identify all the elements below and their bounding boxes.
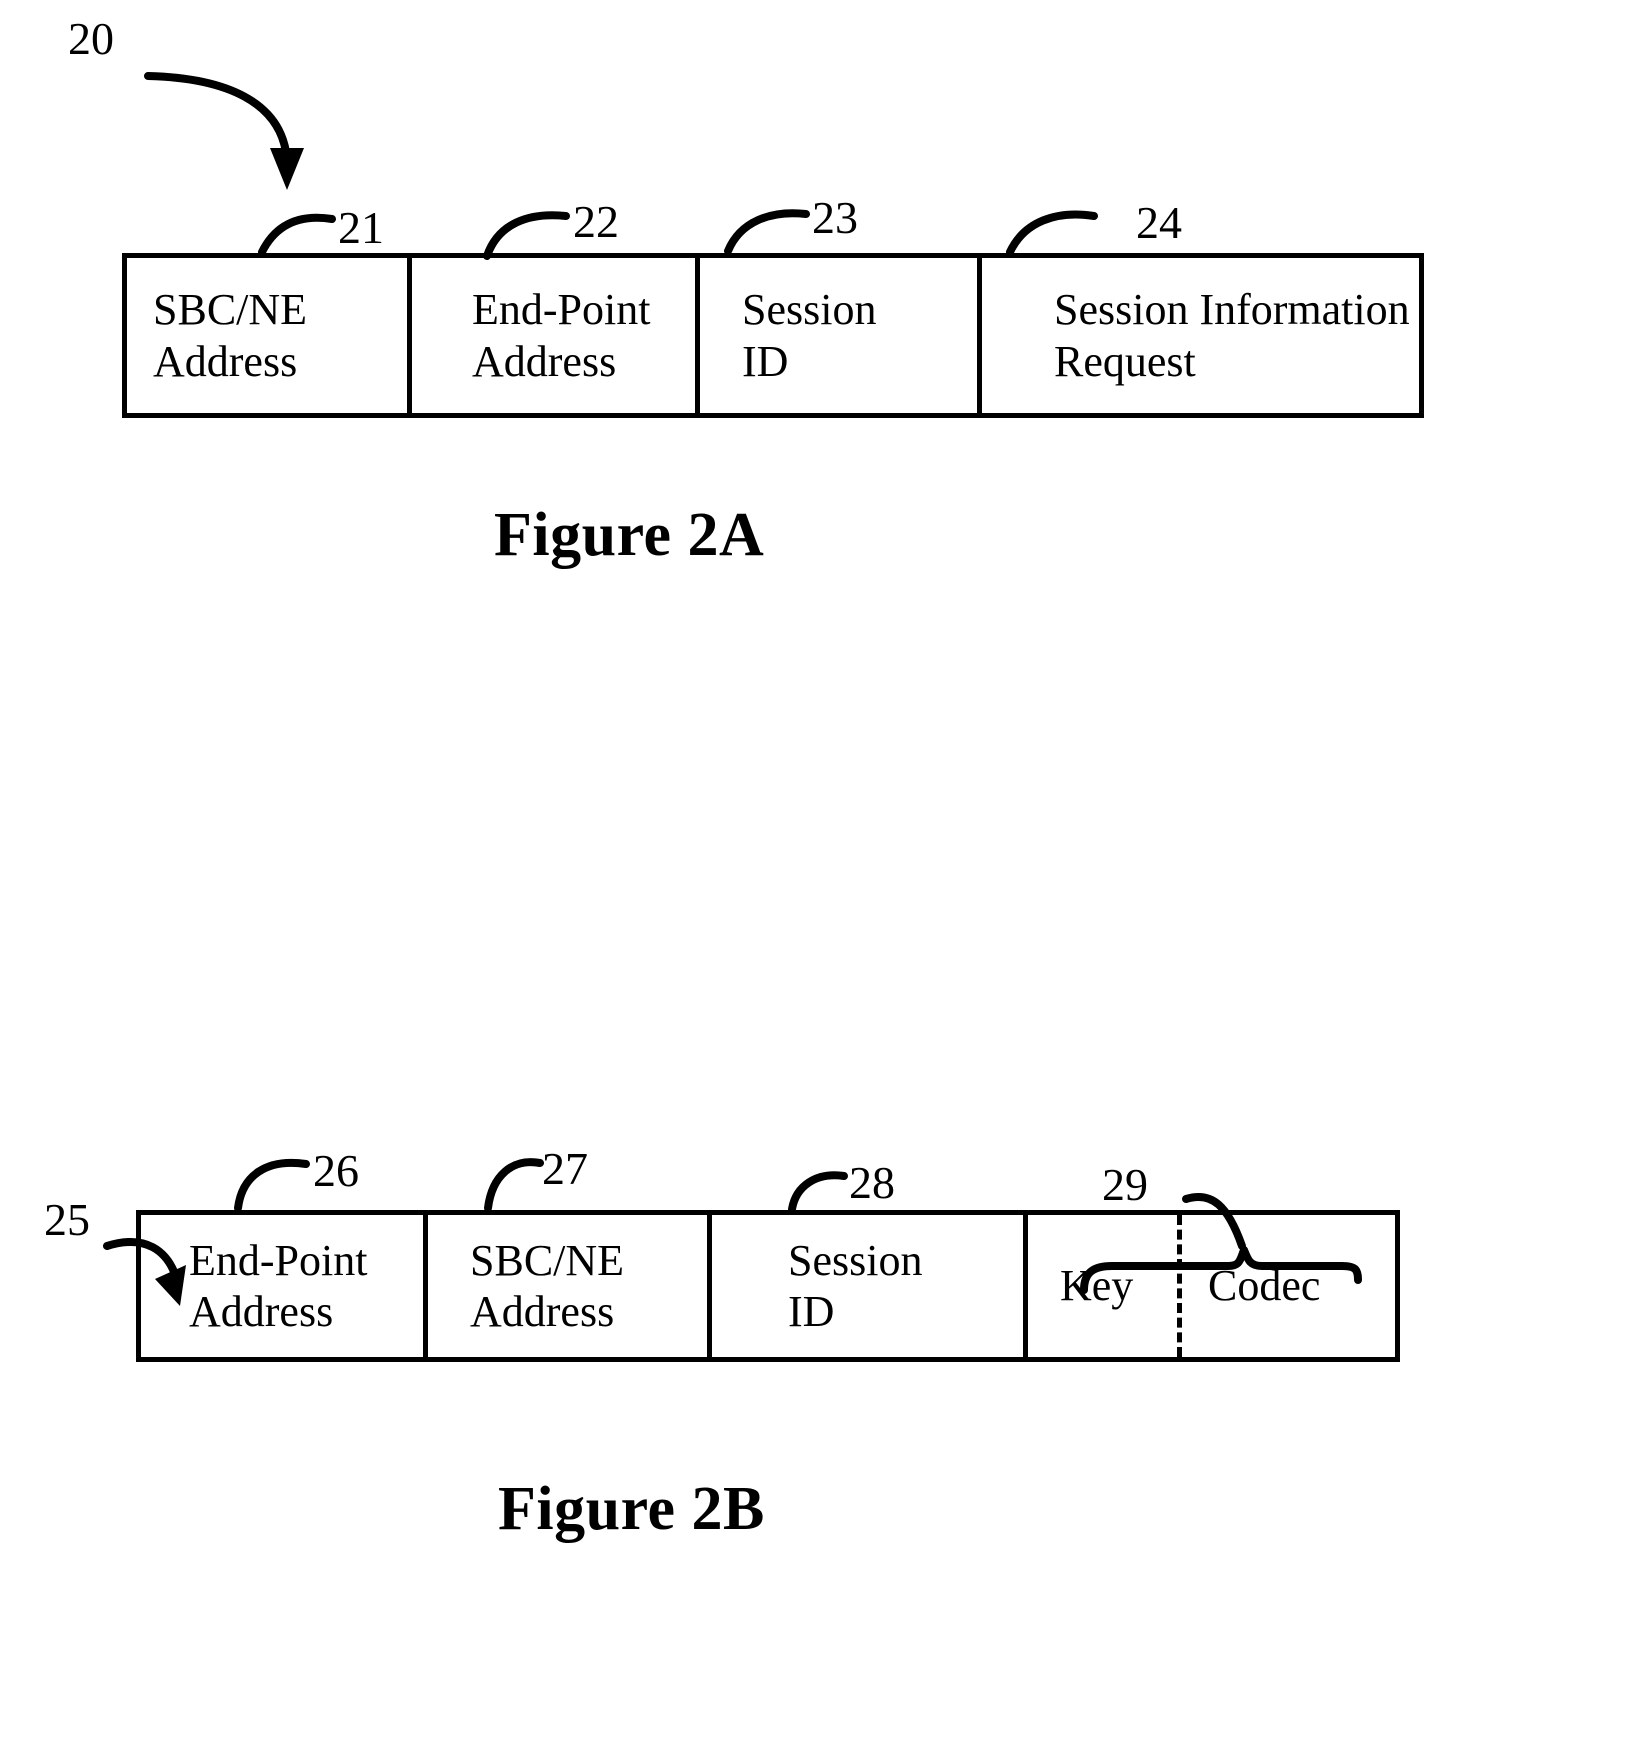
lead-arrow-20-head — [270, 148, 304, 190]
figure-caption-2a: Figure 2A — [494, 501, 765, 569]
lead-hook-23 — [724, 209, 810, 255]
packet-field-session-information-request-24: Session Information Request — [977, 258, 1419, 413]
packet-field-session-id-28: Session ID — [707, 1215, 1023, 1357]
packet-field-end-point-address-22: End-Point Address — [407, 258, 695, 413]
packet-field-label: End-Point Address — [189, 1235, 368, 1336]
reference-numeral-22: 22 — [573, 196, 619, 247]
packet-field-key: Key — [1023, 1215, 1177, 1357]
packet-field-end-point-address-26: End-Point Address — [141, 1215, 423, 1357]
packet-diagram-2a: SBC/NE Address End-Point Address Session… — [122, 253, 1424, 418]
packet-field-codec: Codec — [1177, 1215, 1395, 1357]
reference-numeral-29: 29 — [1102, 1159, 1148, 1210]
reference-numeral-23: 23 — [812, 192, 858, 243]
reference-numeral-26: 26 — [313, 1145, 359, 1196]
reference-numeral-28: 28 — [849, 1157, 895, 1208]
packet-field-label: Key — [1060, 1261, 1134, 1311]
lead-hook-27 — [484, 1158, 544, 1212]
reference-numeral-20: 20 — [68, 13, 114, 64]
packet-field-session-id-23: Session ID — [695, 258, 977, 413]
lead-hook-26 — [234, 1158, 310, 1212]
reference-numeral-24: 24 — [1136, 197, 1182, 248]
reference-numeral-27: 27 — [542, 1143, 588, 1194]
packet-diagram-2b: End-Point Address SBC/NE Address Session… — [136, 1210, 1400, 1362]
packet-field-label: End-Point Address — [472, 285, 651, 386]
reference-numeral-25: 25 — [44, 1194, 90, 1245]
packet-field-label: Session Information Request — [1054, 285, 1410, 386]
packet-field-label: Session ID — [788, 1235, 923, 1336]
packet-field-label: SBC/NE Address — [470, 1235, 625, 1336]
packet-field-label: SBC/NE Address — [153, 285, 308, 386]
lead-hook-24 — [1006, 210, 1098, 256]
patent-figure-sheet: 20 21 22 23 24 SBC/NE Address End-Point … — [0, 0, 1641, 1761]
figure-caption-2b: Figure 2B — [498, 1475, 765, 1543]
reference-numeral-21: 21 — [338, 202, 384, 253]
lead-hook-28 — [788, 1171, 848, 1213]
packet-field-label: Session ID — [742, 285, 877, 386]
packet-field-sbc-ne-address-27: SBC/NE Address — [423, 1215, 707, 1357]
lead-hook-21 — [258, 213, 336, 256]
lead-arrow-20 — [144, 72, 290, 156]
packet-field-label: Codec — [1208, 1261, 1321, 1311]
lead-hook-22 — [483, 211, 570, 260]
packet-field-sbc-ne-address-21: SBC/NE Address — [127, 258, 407, 413]
